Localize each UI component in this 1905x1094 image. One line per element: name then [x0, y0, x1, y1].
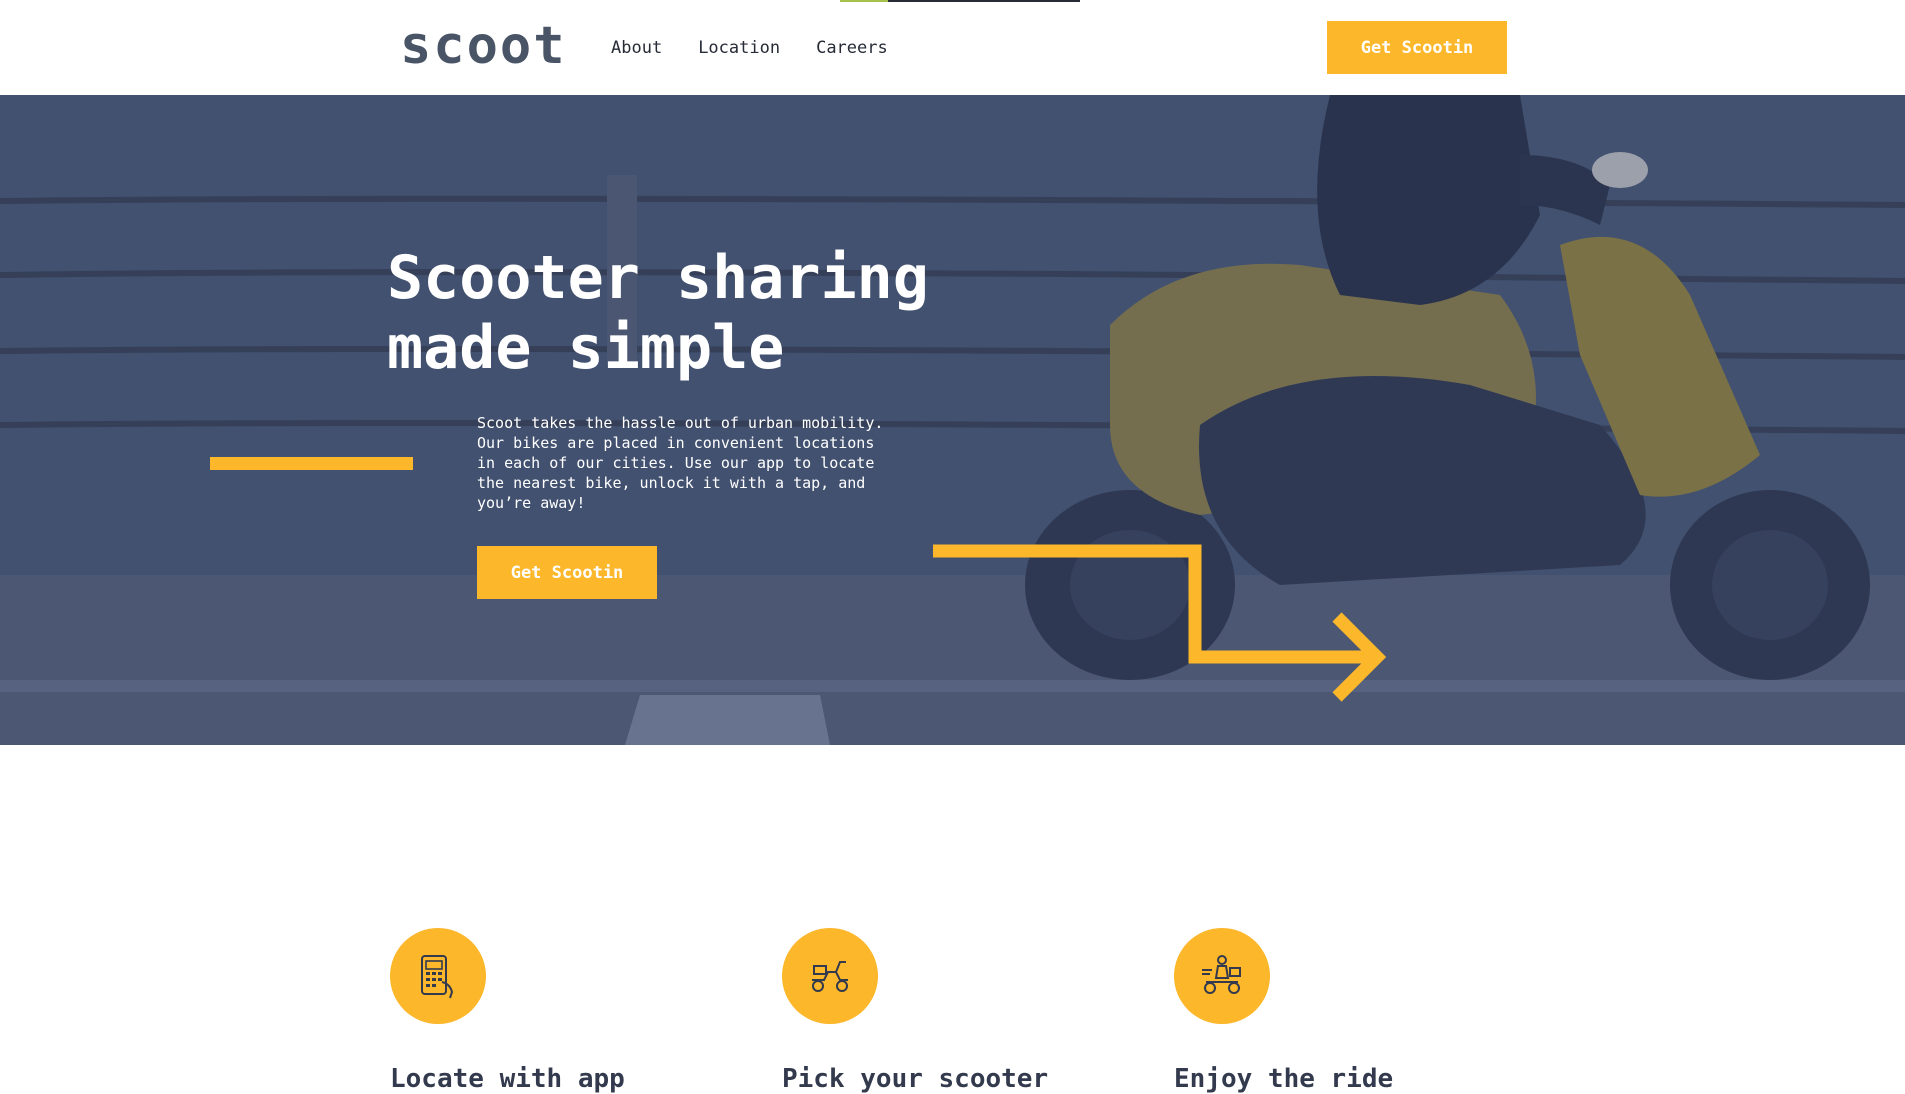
- nav-link-careers[interactable]: Careers: [816, 38, 888, 58]
- main-nav: About Location Careers: [611, 38, 888, 58]
- logo[interactable]: scoot: [400, 16, 567, 76]
- top-progress-stripe-accent: [840, 0, 888, 2]
- hero-decorative-line: [210, 457, 413, 470]
- hero-description: Scoot takes the hassle out of urban mobi…: [477, 414, 884, 512]
- nav-link-location[interactable]: Location: [698, 38, 780, 58]
- phone-app-icon: [390, 928, 486, 1024]
- header-get-scootin-button[interactable]: Get Scootin: [1327, 21, 1507, 74]
- feature-card-pick: Pick your scooter: [782, 928, 1112, 1094]
- hero-arrow-graphic: [933, 544, 1387, 702]
- feature-title-pick: Pick your scooter: [782, 1064, 1049, 1094]
- hero-get-scootin-button[interactable]: Get Scootin: [477, 546, 657, 599]
- feature-title-locate: Locate with app: [390, 1064, 625, 1094]
- features-section: Locate with app Pick your scooter Enjoy …: [0, 745, 1905, 1094]
- hero-title: Scooter sharing made simple: [387, 243, 929, 383]
- feature-card-enjoy: Enjoy the ride: [1174, 928, 1504, 1094]
- scooter-icon: [782, 928, 878, 1024]
- nav-link-about[interactable]: About: [611, 38, 662, 58]
- site-header: scoot About Location Careers Get Scootin: [0, 0, 1905, 95]
- rider-icon: [1174, 928, 1270, 1024]
- feature-title-enjoy: Enjoy the ride: [1174, 1064, 1394, 1094]
- hero-section: Scooter sharing made simple Scoot takes …: [0, 95, 1905, 745]
- feature-card-locate: Locate with app: [390, 928, 720, 1094]
